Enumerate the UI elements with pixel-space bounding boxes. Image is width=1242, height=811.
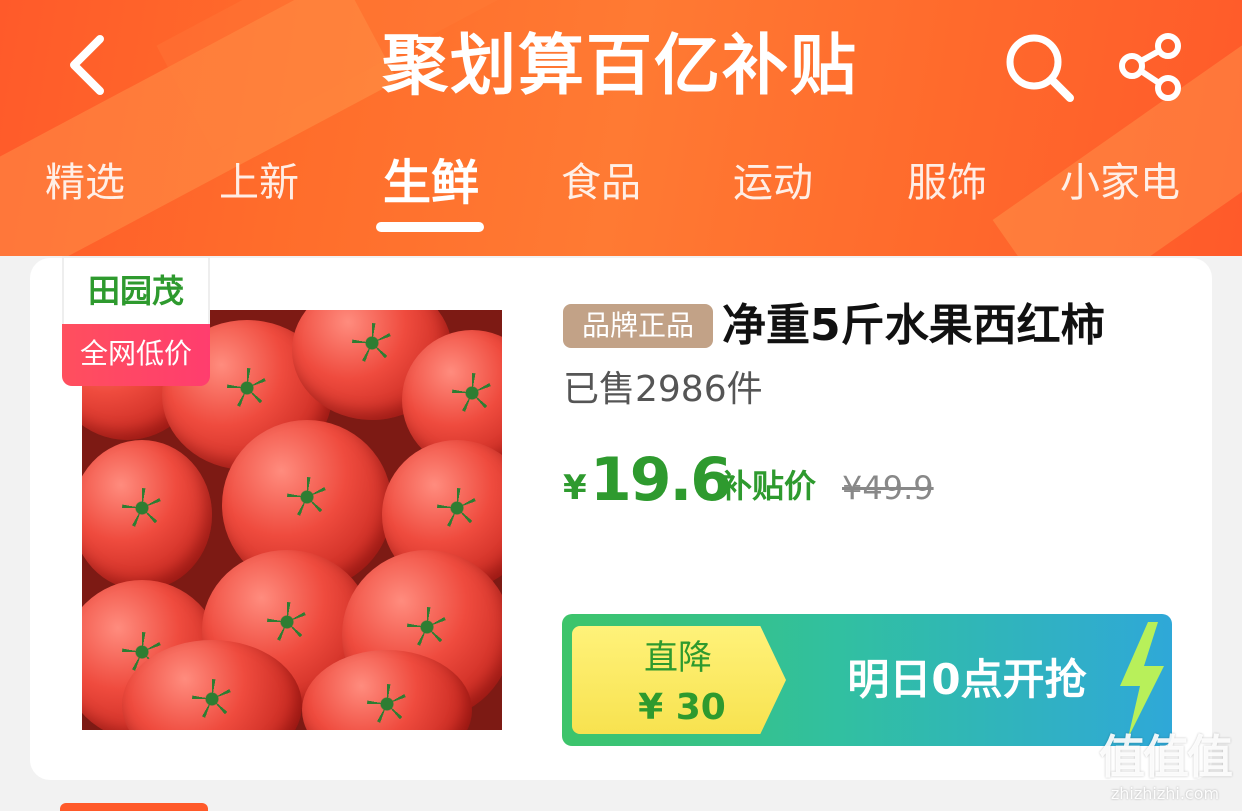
flash-sale-button[interactable]: 直降 ¥ 30 明日0点开抢 xyxy=(562,614,1172,746)
subsidy-price: 19.6 xyxy=(590,445,732,515)
watermark: 值值值 zhizhizhi.com xyxy=(1090,730,1240,810)
tab-sports[interactable]: 运动 xyxy=(718,150,828,220)
tab-food[interactable]: 食品 xyxy=(546,150,656,220)
tab-fresh[interactable]: 生鲜 xyxy=(366,150,496,220)
lightning-icon xyxy=(1120,622,1164,738)
share-icon xyxy=(1119,33,1181,101)
search-icon xyxy=(1006,34,1074,102)
sold-count: 已售2986件 xyxy=(563,369,763,410)
tab-apparel[interactable]: 服饰 xyxy=(892,150,1002,220)
category-tabs: 精选 上新 生鲜 食品 运动 服饰 小家电 xyxy=(0,150,1242,240)
promo-badge: 全网低价 xyxy=(62,324,210,386)
page-title: 聚划算百亿补贴 xyxy=(382,27,858,104)
authentic-tag: 品牌正品 xyxy=(563,304,713,348)
share-button[interactable] xyxy=(1112,30,1192,110)
subsidy-price-label: 补贴价 xyxy=(720,467,817,505)
watermark-logo: 值值值 xyxy=(1099,730,1233,784)
active-tab-indicator xyxy=(376,222,484,232)
tab-small-appliances[interactable]: 小家电 xyxy=(1048,150,1192,220)
discount-title: 直降 xyxy=(644,638,712,678)
discount-tag: 直降 ¥ 30 xyxy=(572,626,786,734)
tab-new[interactable]: 上新 xyxy=(204,150,314,220)
back-icon xyxy=(70,35,104,95)
discount-amount: ¥ 30 xyxy=(638,687,726,728)
product-title[interactable]: 净重5斤水果西红柿 xyxy=(722,294,1182,358)
header: 聚划算百亿补贴 精选 上新 生鲜 食品 运动 服饰 小家电 xyxy=(0,0,1242,256)
next-card-badge xyxy=(60,803,208,811)
price-currency: ¥ xyxy=(563,468,587,508)
brand-badge: 田园茂 全网低价 xyxy=(62,256,210,386)
brand-name: 田园茂 xyxy=(62,256,210,324)
sale-start-text: 明日0点开抢 xyxy=(847,655,1087,704)
original-price: ¥49.9 xyxy=(842,469,934,507)
search-button[interactable] xyxy=(1000,28,1080,108)
watermark-site: zhizhizhi.com xyxy=(1110,784,1220,803)
back-button[interactable] xyxy=(56,30,116,100)
tab-featured[interactable]: 精选 xyxy=(30,150,140,220)
